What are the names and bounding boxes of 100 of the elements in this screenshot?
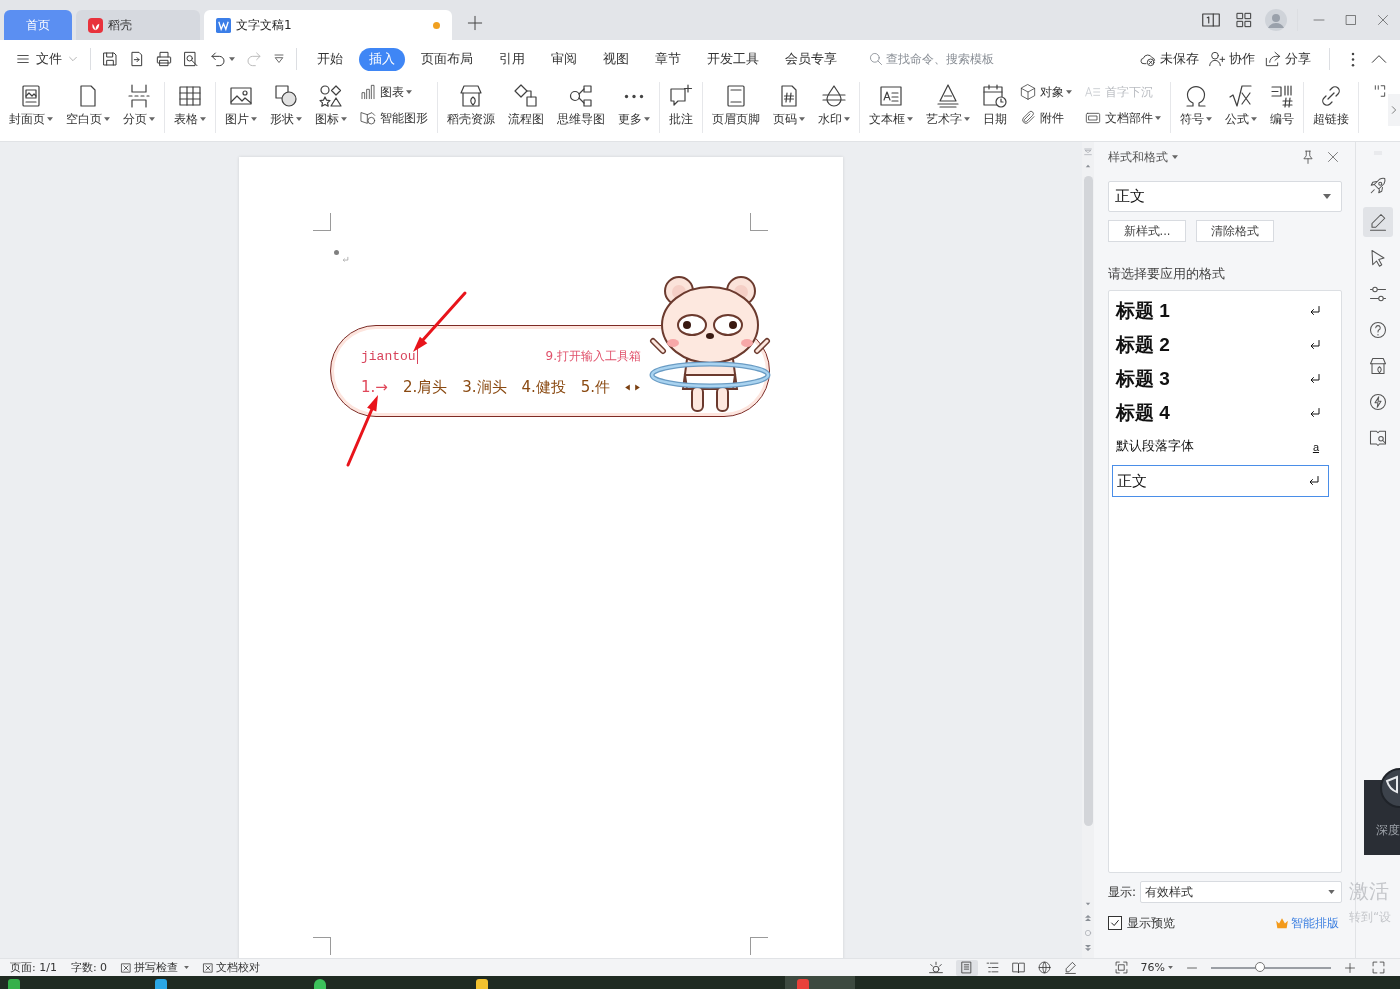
candidate-word[interactable]: 4.健投: [521, 377, 566, 397]
ribbon-tab[interactable]: 会员专享: [775, 47, 847, 71]
share-button[interactable]: 分享: [1265, 50, 1311, 68]
vertical-scrollbar[interactable]: [1082, 142, 1094, 958]
scroll-up-icon: [1085, 163, 1091, 169]
caret-icon: [1155, 116, 1161, 120]
style-item[interactable]: 默认段落字体 a: [1112, 430, 1329, 463]
ribbon-button[interactable]: 流程图: [508, 82, 544, 133]
scrollbar-thumb[interactable]: [1083, 176, 1093, 826]
word-count: 字数: 0: [70, 960, 108, 975]
ribbon-tab[interactable]: 开发工具: [697, 47, 769, 71]
ribbon-button[interactable]: 图片: [225, 82, 257, 133]
paperclip-icon: [1020, 110, 1036, 126]
style-item[interactable]: 标题 4: [1112, 396, 1329, 430]
ribbon-button[interactable]: 编号: [1270, 82, 1294, 133]
style-item[interactable]: 标题 3: [1112, 362, 1329, 396]
customize-menu-icon: [273, 53, 285, 65]
store-icon: [459, 84, 483, 108]
ribbon-button[interactable]: 日期: [983, 82, 1007, 133]
ribbon-tab[interactable]: 插入: [359, 47, 405, 71]
ribbon-button[interactable]: 分页: [123, 82, 155, 133]
side-tool-button[interactable]: [1363, 207, 1393, 237]
style-item[interactable]: 标题 2: [1112, 328, 1329, 362]
layout-icon: [1202, 11, 1220, 29]
save-status-button[interactable]: 未保存: [1140, 50, 1199, 68]
style-filter-select[interactable]: 有效样式: [1140, 881, 1342, 903]
zoom-slider-thumb[interactable]: [1255, 961, 1266, 972]
ribbon-button[interactable]: 表格: [174, 82, 206, 133]
ribbon-tab[interactable]: 页面布局: [411, 47, 483, 71]
pen-icon: [1064, 961, 1078, 974]
smart-layout-link[interactable]: 智能排版: [1275, 914, 1339, 932]
ribbon-tab[interactable]: 开始: [307, 47, 353, 71]
ribbon-button[interactable]: 超链接: [1313, 82, 1349, 133]
checkbox[interactable]: [1108, 916, 1122, 930]
fullscreen-icon: [1372, 961, 1385, 974]
document-tab[interactable]: 稻壳: [76, 10, 200, 40]
ribbon-button[interactable]: 艺术字: [926, 82, 970, 133]
toolbox-hint[interactable]: 9.打开输入工具箱: [545, 347, 641, 365]
style-item[interactable]: 标题 1: [1112, 294, 1329, 328]
calendar-clock-icon: [983, 84, 1007, 108]
ribbon-button[interactable]: 文档部件: [1085, 109, 1161, 127]
quote-mark-icon: [1373, 84, 1387, 98]
ribbon-button[interactable]: 形状: [270, 82, 302, 133]
view-mode-button[interactable]: [955, 959, 978, 976]
ribbon-button[interactable]: 水印: [818, 82, 850, 133]
add-user-icon: [1209, 51, 1225, 67]
clear-format-button[interactable]: 清除格式: [1196, 220, 1274, 242]
style-item[interactable]: 正文: [1112, 465, 1329, 497]
ribbon-button[interactable]: 对象: [1020, 83, 1072, 101]
ribbon-button[interactable]: 文本框: [869, 82, 913, 133]
ribbon-button[interactable]: 更多: [618, 82, 650, 133]
pin-icon: [1301, 150, 1315, 164]
caret-icon: [799, 117, 805, 121]
ribbon-button[interactable]: 符号: [1180, 82, 1212, 133]
caret-icon: [1251, 117, 1257, 121]
collaborate-button[interactable]: 协作: [1209, 50, 1255, 68]
caret-icon: [1323, 194, 1331, 199]
popup-label: 深度: [1376, 822, 1400, 839]
spell-check-icon: [203, 962, 214, 973]
new-tab-icon: [467, 15, 483, 31]
ribbon-button[interactable]: 稻壳资源: [447, 82, 495, 133]
file-menu[interactable]: 文件: [12, 48, 82, 70]
rocket-icon: [1369, 177, 1387, 195]
candidate-word[interactable]: 1.→: [361, 378, 388, 396]
fullscreen-button[interactable]: [1369, 958, 1388, 977]
watermark-icon: [822, 84, 846, 108]
new-style-button[interactable]: 新样式...: [1108, 220, 1186, 242]
spell-check-button[interactable]: 拼写检查: [121, 960, 190, 975]
sliders-icon: [1369, 285, 1387, 303]
ribbon-button[interactable]: 页码: [773, 82, 805, 133]
search-field[interactable]: 查找命令、搜索模板: [869, 52, 1019, 66]
document-tab[interactable]: 文字文稿1: [204, 10, 452, 40]
panel-title-menu[interactable]: 样式和格式: [1108, 149, 1178, 165]
candidate-word[interactable]: 3.涧头: [462, 377, 507, 397]
export-icon: [129, 51, 145, 67]
ribbon-tab[interactable]: 审阅: [541, 47, 587, 71]
ribbon-tab[interactable]: 视图: [593, 47, 639, 71]
ribbon-tab[interactable]: 引用: [489, 47, 535, 71]
ribbon-button[interactable]: 页眉页脚: [712, 82, 760, 133]
candidate-word[interactable]: 2.肩头: [402, 377, 448, 397]
ribbon-button[interactable]: 智能图形: [360, 109, 428, 127]
ribbon-button[interactable]: 图表: [360, 83, 428, 101]
caret-icon: [200, 117, 206, 121]
ribbon-button[interactable]: 空白页: [66, 82, 110, 133]
taskbar-app-icon[interactable]: [314, 979, 326, 989]
book-search-icon: [1369, 429, 1387, 447]
zoom-menu[interactable]: 76%: [1140, 961, 1173, 974]
ribbon-button[interactable]: 封面页: [9, 82, 53, 133]
ribbon-button[interactable]: 公式: [1225, 82, 1257, 133]
drop-cap-icon: [1085, 84, 1101, 100]
proofread-button[interactable]: 文档校对: [203, 960, 261, 975]
ribbon-button[interactable]: 批注: [669, 82, 693, 133]
ribbon-button[interactable]: 附件: [1020, 109, 1072, 127]
link-icon: [1319, 84, 1343, 108]
ribbon-button[interactable]: 思维导图: [557, 82, 605, 133]
candidate-word[interactable]: 5.件: [580, 377, 611, 397]
flowchart-icon: [514, 84, 538, 108]
style-select[interactable]: 正文: [1108, 181, 1342, 212]
ribbon-button[interactable]: 图标: [315, 82, 347, 133]
ribbon-tab[interactable]: 章节: [645, 47, 691, 71]
